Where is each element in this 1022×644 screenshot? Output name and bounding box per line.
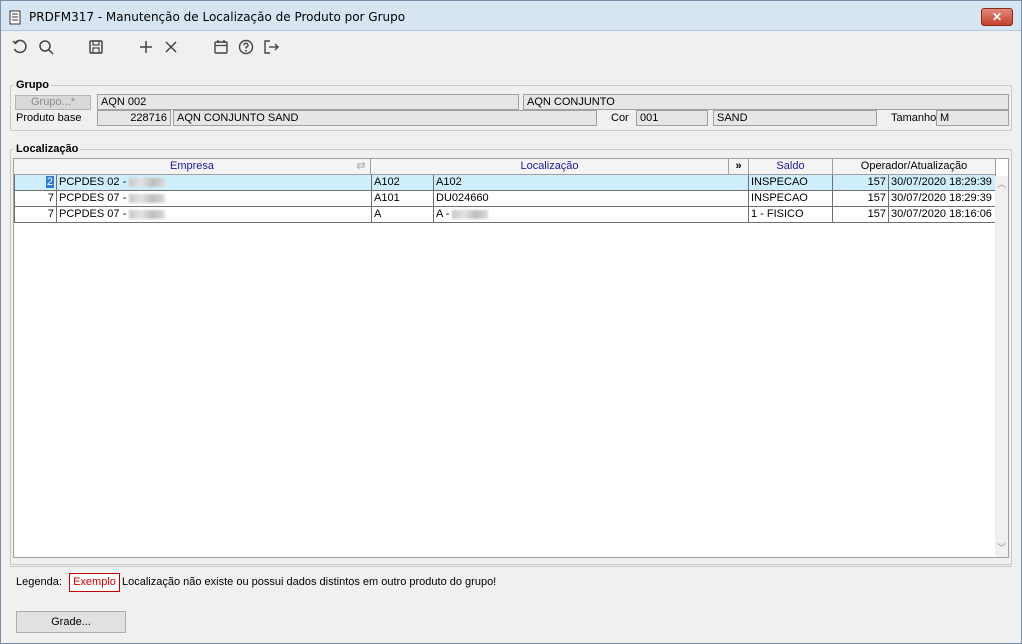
grupo-description-field: AQN CONJUNTO (523, 94, 1009, 110)
operador-cell: 157 (833, 191, 889, 207)
scroll-up-icon[interactable]: ︿ (997, 180, 1006, 189)
localizacao-grid[interactable]: Empresa ⇄ Localização » Saldo Operador/A… (13, 158, 1009, 558)
main-window: PRDFM317 - Manutenção de Localização de … (0, 0, 1022, 644)
scroll-down-icon[interactable]: ﹀ (997, 544, 1006, 553)
vertical-scrollbar[interactable]: ︿ ﹀ (995, 176, 1008, 557)
header-empresa[interactable]: Empresa (14, 159, 371, 175)
cor-desc-field: SAND (713, 110, 877, 126)
data-cell: 30/07/2020 18:16:06 (889, 207, 996, 223)
header-operador[interactable]: Operador/Atualização (833, 159, 996, 175)
cor-label: Cor (611, 112, 629, 124)
close-button[interactable]: ✕ (981, 8, 1013, 26)
loc-code-cell: A (372, 207, 434, 223)
produto-base-code-field[interactable]: 228716 (97, 110, 171, 126)
data-cell: 30/07/2020 18:29:39 (889, 175, 996, 191)
empresa-cell: PCPDES 07 - (57, 191, 372, 207)
delete-icon[interactable] (163, 39, 179, 55)
table-row[interactable]: 2 PCPDES 02 - A102 A102 INSPECAO 157 30/… (14, 175, 996, 191)
grade-button[interactable]: Grade... (16, 611, 126, 633)
table-row[interactable]: 7 PCPDES 07 - A A - 1 - FISICO 157 30/07… (14, 207, 996, 223)
produto-base-desc-field: AQN CONJUNTO SAND (173, 110, 597, 126)
table-row[interactable]: 7 PCPDES 07 - A101 DU024660 INSPECAO 157… (14, 191, 996, 207)
row-number: 7 (14, 207, 57, 223)
calendar-icon[interactable] (213, 39, 229, 55)
empresa-cell: PCPDES 02 - (57, 175, 372, 191)
tamanho-field[interactable]: M (936, 110, 1009, 126)
row-number: 7 (14, 191, 57, 207)
toolbar (1, 32, 1021, 62)
save-icon[interactable] (88, 39, 104, 55)
help-icon[interactable] (238, 39, 254, 55)
loc-desc-cell: A - (434, 207, 749, 223)
saldo-cell: INSPECAO (749, 175, 833, 191)
produto-base-label: Produto base (16, 112, 82, 124)
legend-example-swatch: Exemplo (69, 573, 120, 592)
loc-code-cell: A102 (372, 175, 434, 191)
legend-label: Legenda: (16, 576, 62, 588)
legend-text: Localização não existe ou possui dados d… (122, 576, 497, 588)
window-title: PRDFM317 - Manutenção de Localização de … (29, 10, 406, 24)
row-number: 2 (14, 175, 57, 191)
loc-code-cell: A101 (372, 191, 434, 207)
cor-code-field[interactable]: 001 (636, 110, 708, 126)
expand-columns-button[interactable]: » (729, 159, 749, 175)
data-cell: 30/07/2020 18:29:39 (889, 191, 996, 207)
search-icon[interactable] (38, 39, 54, 55)
add-icon[interactable] (138, 39, 154, 55)
grupo-button[interactable]: Grupo...* (15, 95, 91, 110)
empresa-cell: PCPDES 07 - (57, 207, 372, 223)
grupo-section-label: Grupo (14, 79, 51, 91)
loc-desc-cell: A102 (434, 175, 749, 191)
tamanho-label: Tamanho (891, 112, 937, 124)
saldo-cell: 1 - FISICO (749, 207, 833, 223)
header-saldo[interactable]: Saldo (749, 159, 833, 175)
sort-icon[interactable]: ⇄ (350, 159, 372, 175)
header-localizacao[interactable]: Localização (371, 159, 729, 175)
exit-icon[interactable] (263, 39, 279, 55)
operador-cell: 157 (833, 175, 889, 191)
operador-cell: 157 (833, 207, 889, 223)
loc-desc-cell: DU024660 (434, 191, 749, 207)
grupo-code-field[interactable]: AQN 002 (97, 94, 519, 110)
saldo-cell: INSPECAO (749, 191, 833, 207)
localizacao-section-label: Localização (14, 143, 81, 155)
refresh-icon[interactable] (12, 39, 28, 55)
title-bar: PRDFM317 - Manutenção de Localização de … (1, 1, 1021, 31)
document-icon (9, 10, 22, 25)
